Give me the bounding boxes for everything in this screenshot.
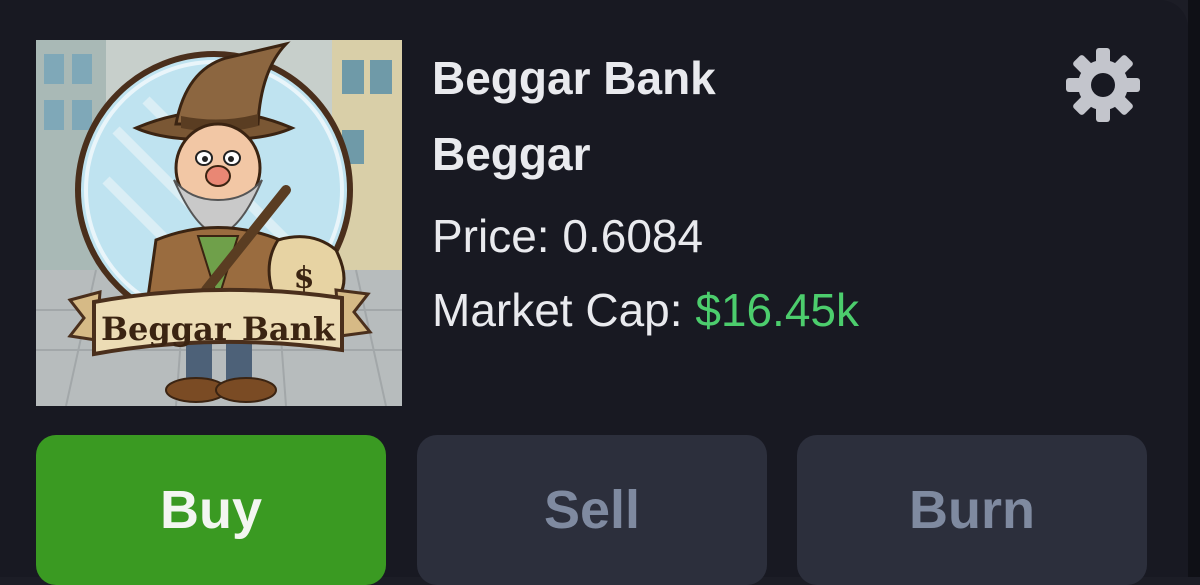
market-cap-row: Market Cap: $16.45k — [432, 284, 859, 336]
market-cap-label: Market Cap: — [432, 284, 683, 336]
price-value: 0.6084 — [562, 210, 704, 262]
market-cap-value: $16.45k — [695, 284, 860, 336]
price-row: Price: 0.6084 — [432, 210, 703, 262]
price-label: Price: — [432, 210, 550, 262]
beggar-bank-logo: $ Beggar Bank — [36, 40, 402, 406]
buy-button[interactable]: Buy — [36, 435, 386, 585]
sell-button[interactable]: Sell — [417, 435, 767, 585]
bag-dollar-sign: $ — [294, 261, 315, 296]
token-image: $ Beggar Bank — [36, 40, 402, 406]
trade-actions: Buy Sell Burn — [36, 435, 1148, 585]
token-card: $ Beggar Bank Beggar Bank Beggar Price: … — [0, 0, 1188, 585]
token-name: Beggar Bank — [432, 52, 716, 104]
gear-icon[interactable] — [1064, 46, 1142, 124]
banner-text: Beggar Bank — [101, 310, 336, 348]
token-ticker: Beggar — [432, 128, 591, 180]
burn-button[interactable]: Burn — [797, 435, 1147, 585]
window-edge — [1188, 0, 1200, 577]
